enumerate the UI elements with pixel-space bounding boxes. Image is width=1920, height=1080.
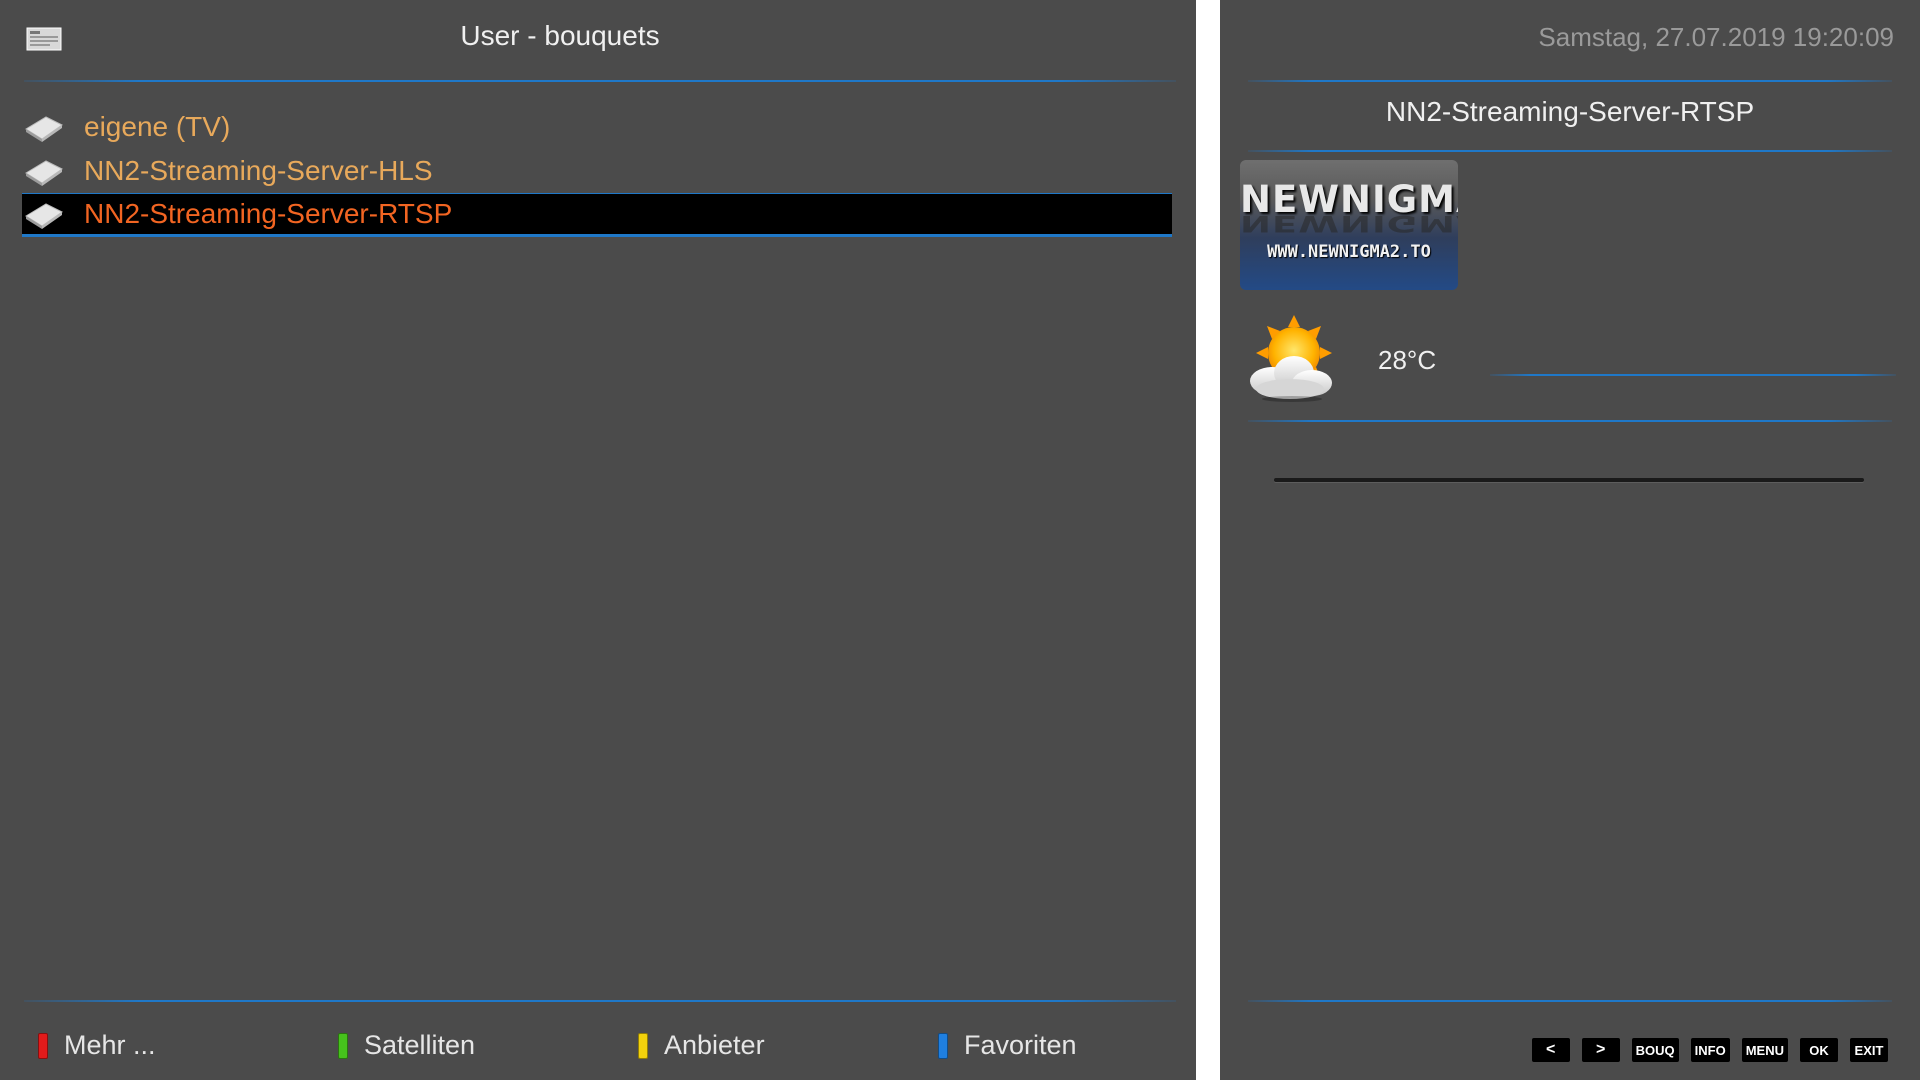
panel-divider <box>1196 0 1220 1080</box>
event-progress-bar <box>1274 478 1864 482</box>
blue-key-button[interactable]: Favoriten <box>938 1030 1077 1061</box>
blue-key-icon <box>938 1032 948 1059</box>
bouquet-item-nn2-rtsp[interactable]: NN2-Streaming-Server-RTSP <box>22 193 1172 237</box>
folder-icon <box>25 160 63 186</box>
folder-icon <box>25 203 63 229</box>
channel-name: NN2-Streaming-Server-RTSP <box>1385 96 1755 127</box>
channel-separator <box>1248 150 1892 152</box>
green-key-label: Satelliten <box>364 1030 476 1060</box>
screen: User - bouquets eigene (TV) NN2-Streamin… <box>0 0 1920 1080</box>
blue-key-label: Favoriten <box>964 1030 1077 1060</box>
footer-separator <box>24 1000 1176 1002</box>
next-button[interactable]: > <box>1581 1038 1620 1062</box>
red-key-button[interactable]: Mehr ... <box>38 1030 156 1061</box>
red-key-label: Mehr ... <box>64 1030 156 1060</box>
bouquet-item-label: eigene (TV) <box>84 111 231 142</box>
weather-separator <box>1490 374 1896 376</box>
sun-cloud-icon <box>1250 315 1332 402</box>
exit-button[interactable]: EXIT <box>1850 1038 1888 1062</box>
temperature-display: 28°C <box>1378 345 1437 375</box>
ok-button[interactable]: OK <box>1800 1038 1838 1062</box>
bouquet-item-eigene-tv[interactable]: eigene (TV) <box>22 105 1172 149</box>
logo-text: NEWNIGMA2 <box>1240 178 1458 221</box>
info-button[interactable]: INFO <box>1690 1038 1730 1062</box>
green-key-button[interactable]: Satelliten <box>338 1030 475 1061</box>
yellow-key-icon <box>638 1032 648 1059</box>
red-key-icon <box>38 1032 48 1059</box>
header-separator <box>24 80 1176 82</box>
menu-button[interactable]: MENU <box>1741 1038 1788 1062</box>
prev-button[interactable]: < <box>1531 1038 1570 1062</box>
remote-button-row: < > BOUQ INFO MENU OK EXIT <box>1531 1038 1888 1062</box>
datetime-separator <box>1248 80 1892 82</box>
info-footer-separator <box>1248 1000 1892 1002</box>
green-key-icon <box>338 1032 348 1059</box>
bouquet-item-nn2-hls[interactable]: NN2-Streaming-Server-HLS <box>22 149 1172 193</box>
bouquet-item-label: NN2-Streaming-Server-RTSP <box>84 198 453 229</box>
info-separator <box>1248 420 1892 422</box>
logo-url: WWW.NEWNIGMA2.TO <box>1267 242 1431 262</box>
folder-icon <box>25 116 63 142</box>
bouquet-list[interactable]: eigene (TV) NN2-Streaming-Server-HLS NN2… <box>22 105 1172 237</box>
bouq-button[interactable]: BOUQ <box>1631 1038 1679 1062</box>
bouquet-item-label: NN2-Streaming-Server-HLS <box>84 155 433 186</box>
page-title: User - bouquets <box>460 20 660 51</box>
color-key-bar: Mehr ... Satelliten Anbieter Favoriten <box>0 1030 1196 1070</box>
datetime-display: Samstag, 27.07.2019 19:20:09 <box>1538 22 1894 52</box>
provider-logo: NEWNIGMA2 NEWNIGMA2 WWW.NEWNIGMA2.TO <box>1240 160 1458 290</box>
info-panel: Samstag, 27.07.2019 19:20:09 NN2-Streami… <box>1220 0 1920 1080</box>
yellow-key-button[interactable]: Anbieter <box>638 1030 765 1061</box>
bouquet-list-panel: User - bouquets eigene (TV) NN2-Streamin… <box>0 0 1196 1080</box>
yellow-key-label: Anbieter <box>664 1030 765 1060</box>
